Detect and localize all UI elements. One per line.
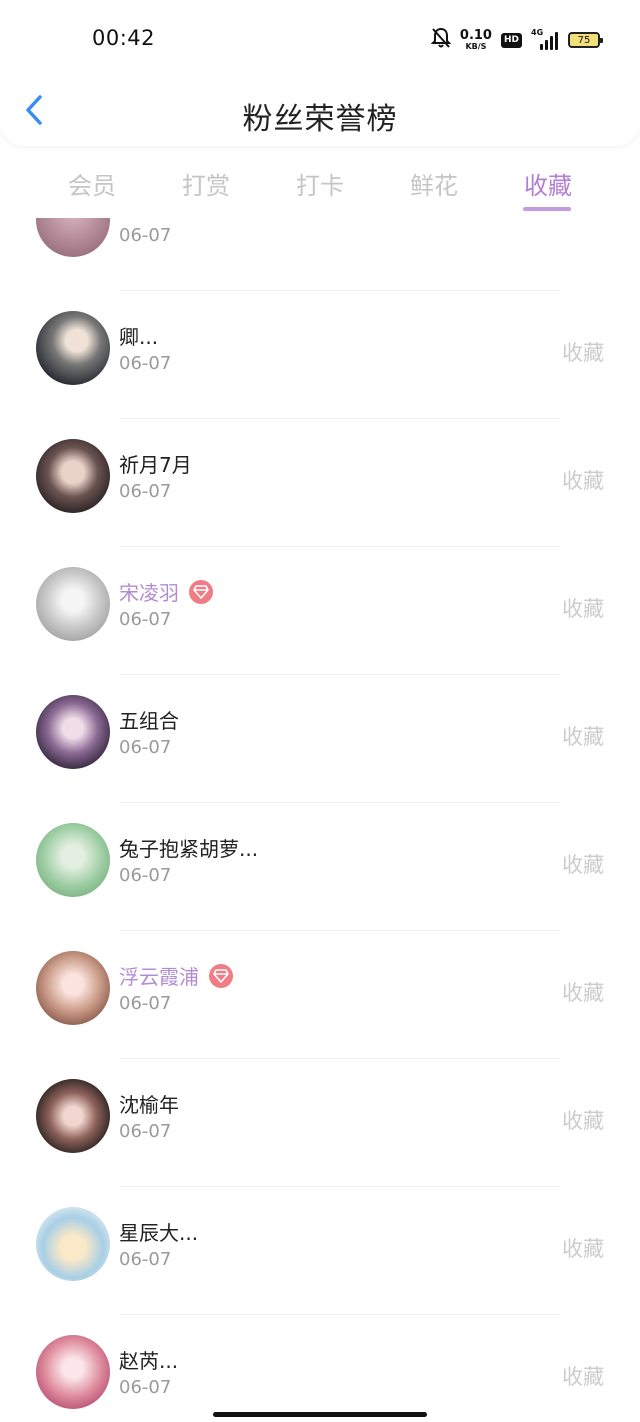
list-item-name: 浮云霞浦 <box>119 965 199 989</box>
bell-mute-icon <box>430 27 452 53</box>
list-item[interactable]: 星辰大... 06-07 收藏 <box>0 1187 640 1315</box>
active-tab-indicator <box>523 207 571 211</box>
list-item-date: 06-07 <box>119 1121 172 1142</box>
list-item[interactable]: 卿... 06-07 收藏 <box>0 291 640 419</box>
list-item-name: 沈榆年 <box>119 1093 179 1117</box>
tab-bar: 会员 打赏 打卡 鲜花 收藏 <box>0 160 640 216</box>
favorite-label: 收藏 <box>562 1365 604 1389</box>
list-item-date: 06-07 <box>119 1249 172 1270</box>
avatar <box>36 311 110 385</box>
avatar <box>36 1079 110 1153</box>
favorite-label: 收藏 <box>562 597 604 621</box>
list-item-name: 赵芮... <box>119 1349 179 1373</box>
favorite-label: 收藏 <box>562 1109 604 1133</box>
avatar <box>36 951 110 1025</box>
list-item[interactable]: 祈月7月 06-07 收藏 <box>0 419 640 547</box>
favorite-label: 收藏 <box>562 981 604 1005</box>
favorite-label: 收藏 <box>562 469 604 493</box>
header: 粉丝荣誉榜 <box>0 78 640 146</box>
diamond-icon <box>189 579 213 604</box>
favorite-label: 收藏 <box>562 341 604 365</box>
tab-rewards[interactable]: 打赏 <box>182 166 230 201</box>
list-item-date: 06-07 <box>119 865 172 886</box>
status-icons: 0.10 KB/S HD 4G 75 <box>430 26 603 54</box>
list-item-name: 五组合 <box>119 709 179 733</box>
battery-level: 75 <box>577 34 591 46</box>
battery-icon: 75 <box>568 32 603 48</box>
list-item-name: 宋凌羽 <box>119 581 179 605</box>
list-item-date: 06-07 <box>119 353 172 374</box>
favorite-label: 收藏 <box>562 1237 604 1261</box>
tab-favorites[interactable]: 收藏 <box>524 166 572 201</box>
home-indicator[interactable] <box>213 1412 427 1417</box>
signal-icon: 4G <box>531 28 559 50</box>
list-item[interactable]: 五组合 06-07 收藏 <box>0 675 640 803</box>
list-item[interactable]: 宋凌羽 06-07 收藏 <box>0 547 640 675</box>
list-item[interactable]: 06-07 <box>0 218 640 291</box>
list-item-date: 06-07 <box>119 993 172 1014</box>
avatar <box>36 567 110 641</box>
list-item[interactable]: 赵芮... 06-07 收藏 <box>0 1315 640 1422</box>
list-item-name: 兔子抱紧胡萝... <box>119 837 259 861</box>
list-item-date: 06-07 <box>119 609 172 630</box>
hd-icon: HD <box>500 32 522 48</box>
list-item-date: 06-07 <box>119 1377 172 1398</box>
avatar <box>36 218 110 257</box>
network-speed: 0.10 KB/S <box>460 29 492 51</box>
tab-members[interactable]: 会员 <box>68 166 116 201</box>
list-item-name: 卿... <box>119 325 159 349</box>
page-title: 粉丝荣誉榜 <box>242 102 398 137</box>
network-speed-unit: KB/S <box>465 42 487 51</box>
status-time: 00:42 <box>92 26 156 50</box>
favorite-label: 收藏 <box>562 853 604 877</box>
tab-checkin[interactable]: 打卡 <box>296 166 344 201</box>
avatar <box>36 439 110 513</box>
list-item-date: 06-07 <box>119 481 172 502</box>
list-item[interactable]: 兔子抱紧胡萝... 06-07 收藏 <box>0 803 640 931</box>
avatar <box>36 695 110 769</box>
avatar <box>36 1207 110 1281</box>
status-bar: 00:42 0.10 KB/S HD 4G 75 <box>0 0 640 78</box>
list-item-name: 星辰大... <box>119 1221 199 1245</box>
list-item[interactable]: 浮云霞浦 06-07 收藏 <box>0 931 640 1059</box>
avatar <box>36 823 110 897</box>
list-item-date: 06-07 <box>119 737 172 758</box>
list-item-date: 06-07 <box>119 225 172 246</box>
list-item-name: 祈月7月 <box>119 453 192 477</box>
network-speed-value: 0.10 <box>459 28 492 43</box>
list-item[interactable]: 沈榆年 06-07 收藏 <box>0 1059 640 1187</box>
signal-label: 4G <box>531 28 544 37</box>
favorite-label: 收藏 <box>562 725 604 749</box>
tab-flowers[interactable]: 鲜花 <box>410 166 458 201</box>
fan-list[interactable]: 06-07 卿... 06-07 收藏 祈月7月 06-07 收藏 宋凌羽 06… <box>0 218 640 1422</box>
avatar <box>36 1335 110 1409</box>
diamond-icon <box>209 963 233 988</box>
